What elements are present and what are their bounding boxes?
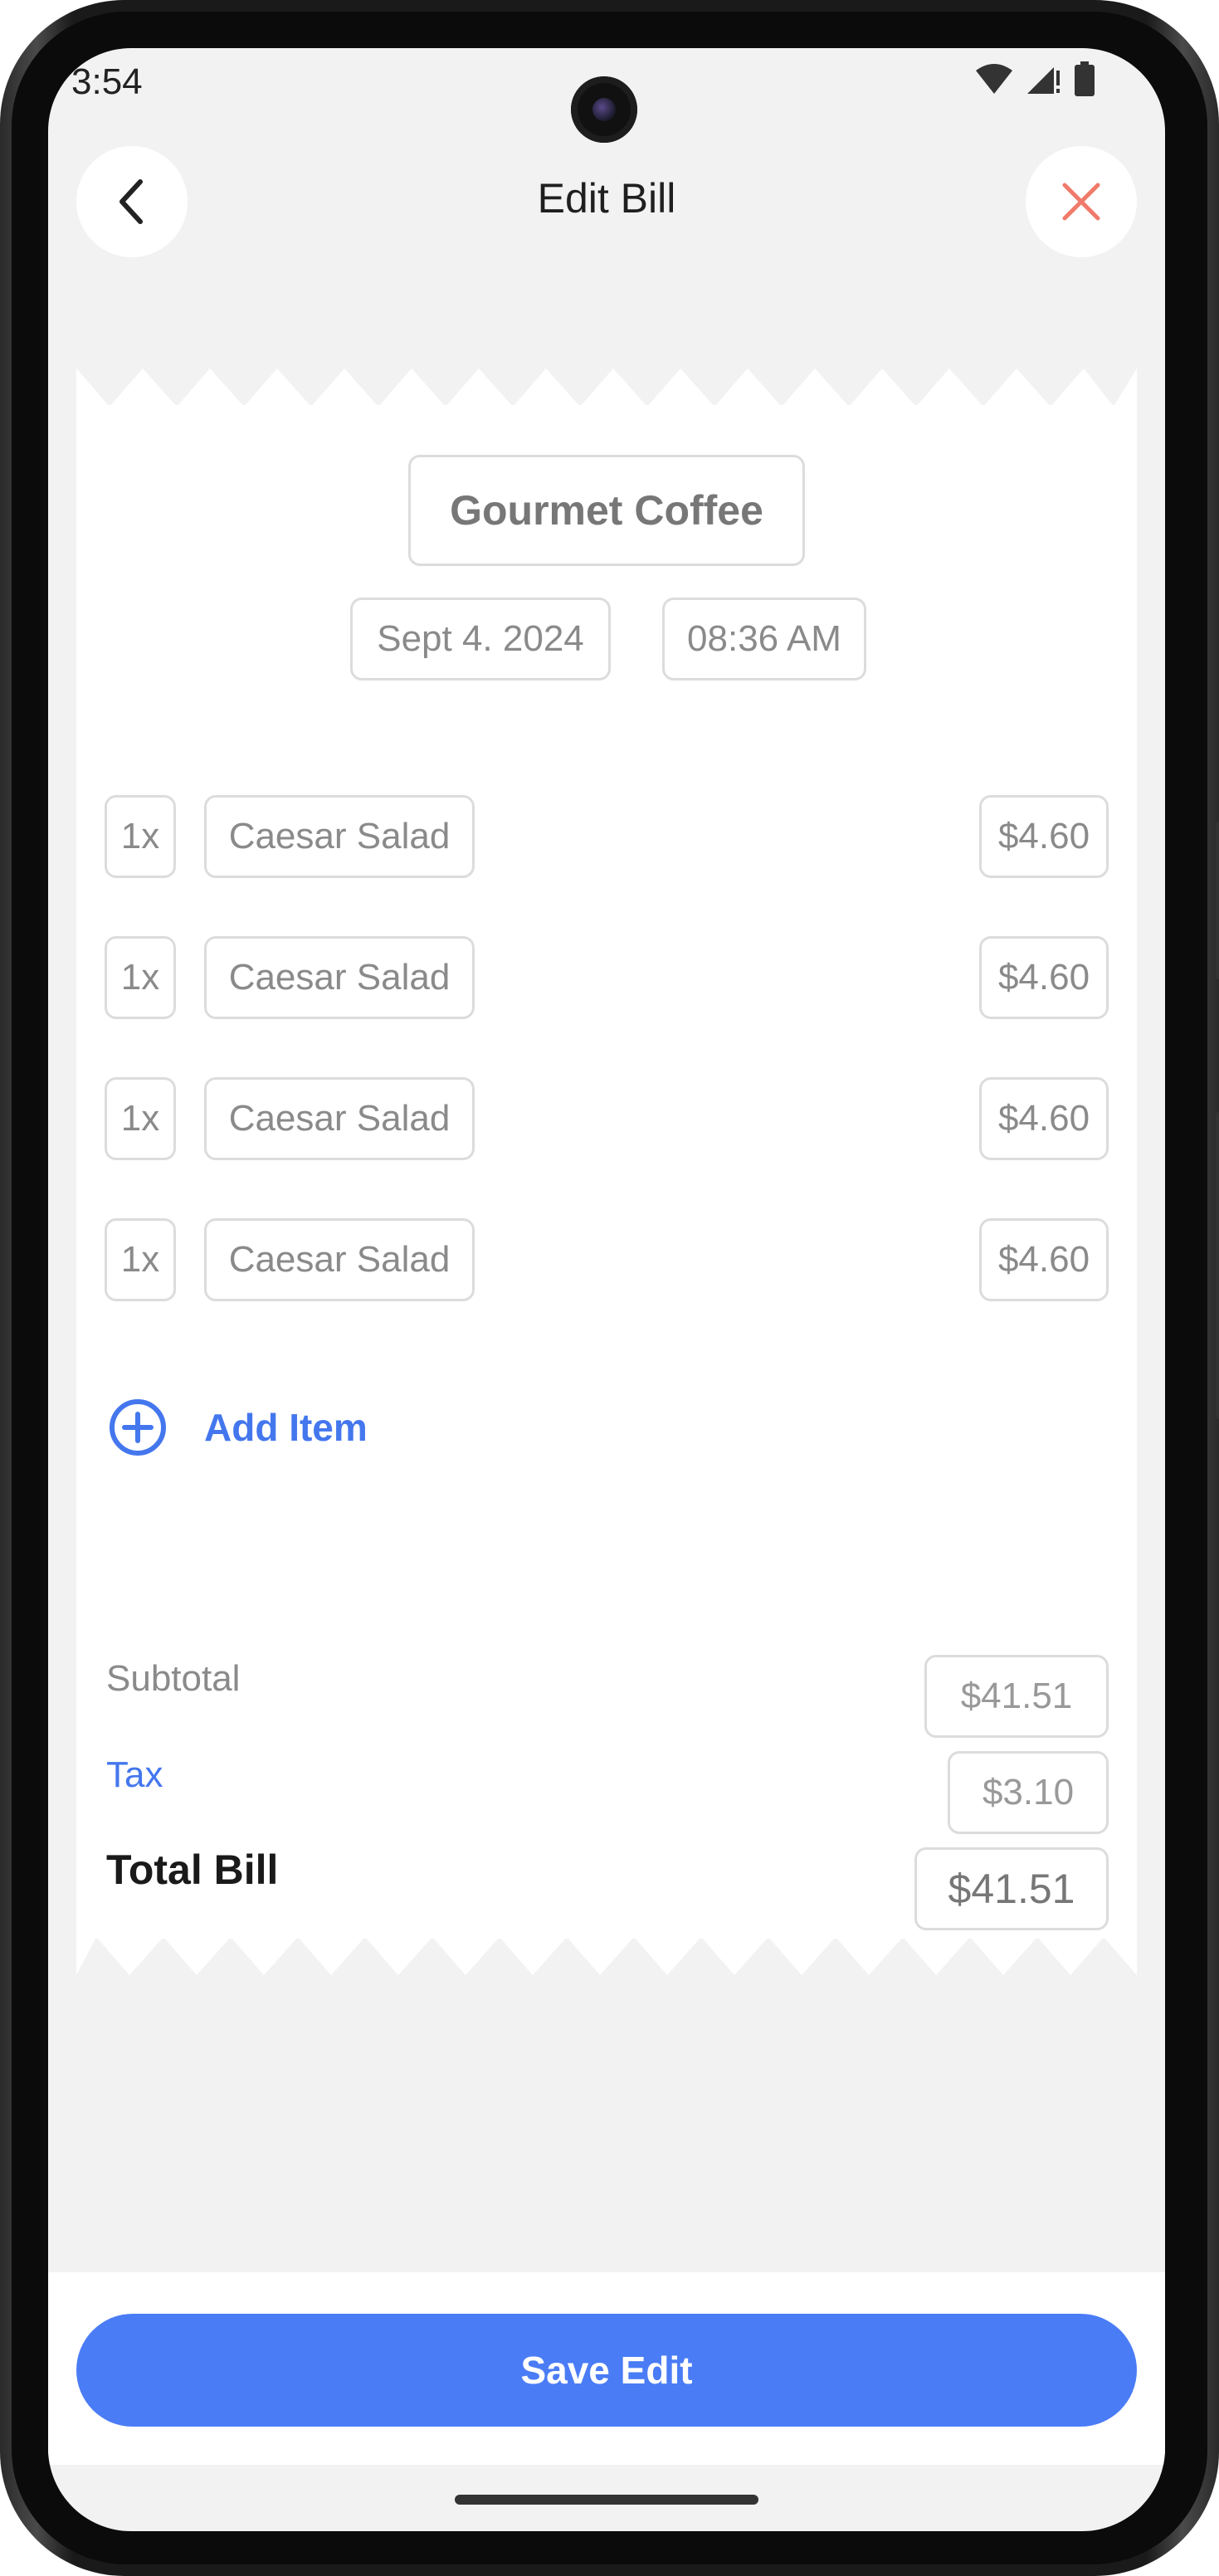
volume-button: [1216, 822, 1219, 979]
close-icon: [1062, 183, 1100, 221]
store-name-field[interactable]: Gourmet Coffee: [408, 455, 805, 566]
status-icons: [974, 61, 1095, 96]
item-name-field[interactable]: Caesar Salad: [204, 795, 475, 878]
time-field[interactable]: 08:36 AM: [662, 598, 866, 681]
close-button[interactable]: [1026, 146, 1137, 257]
subtotal-label: Subtotal: [106, 1658, 241, 1699]
date-field[interactable]: Sept 4. 2024: [350, 598, 611, 681]
home-indicator[interactable]: [455, 2495, 758, 2505]
wifi-icon: [976, 64, 1012, 94]
item-name-field[interactable]: Caesar Salad: [204, 1218, 475, 1301]
add-item-button[interactable]: Add Item: [108, 1398, 368, 1457]
status-time: 3:54: [71, 61, 143, 102]
item-qty-field[interactable]: 1x: [105, 1077, 176, 1160]
item-price-field[interactable]: $4.60: [979, 795, 1109, 878]
power-button: [1216, 1112, 1219, 1419]
bottom-bar: Save Edit: [48, 2272, 1165, 2465]
item-price-field[interactable]: $4.60: [979, 1077, 1109, 1160]
receipt-card: Gourmet Coffee Sept 4. 2024 08:36 AM 1x …: [76, 368, 1137, 1975]
save-edit-button[interactable]: Save Edit: [76, 2314, 1137, 2427]
item-name-field[interactable]: Caesar Salad: [204, 936, 475, 1019]
subtotal-field[interactable]: $41.51: [924, 1655, 1109, 1738]
item-qty-field[interactable]: 1x: [105, 1218, 176, 1301]
tax-label[interactable]: Tax: [106, 1754, 163, 1796]
add-item-label: Add Item: [204, 1406, 368, 1449]
total-label: Total Bill: [106, 1847, 279, 1893]
phone-frame: 3:54 Edit Bill Gourmet Coffee Sept 4. 20…: [0, 0, 1219, 2576]
cell-signal-icon: [1027, 67, 1060, 94]
screen: 3:54 Edit Bill Gourmet Coffee Sept 4. 20…: [48, 48, 1165, 2531]
top-bar: Edit Bill: [48, 146, 1165, 257]
page-title: Edit Bill: [537, 175, 676, 222]
item-qty-field[interactable]: 1x: [105, 936, 176, 1019]
total-field[interactable]: $41.51: [914, 1847, 1109, 1930]
item-qty-field[interactable]: 1x: [105, 795, 176, 878]
item-price-field[interactable]: $4.60: [979, 1218, 1109, 1301]
tax-field[interactable]: $3.10: [948, 1751, 1109, 1834]
battery-icon: [1075, 61, 1095, 96]
receipt-top-edge: [76, 368, 1137, 407]
front-camera: [571, 76, 637, 143]
plus-circle-icon: [110, 1399, 166, 1456]
item-name-field[interactable]: Caesar Salad: [204, 1077, 475, 1160]
receipt-bottom-edge: [76, 1937, 1137, 1975]
item-price-field[interactable]: $4.60: [979, 936, 1109, 1019]
